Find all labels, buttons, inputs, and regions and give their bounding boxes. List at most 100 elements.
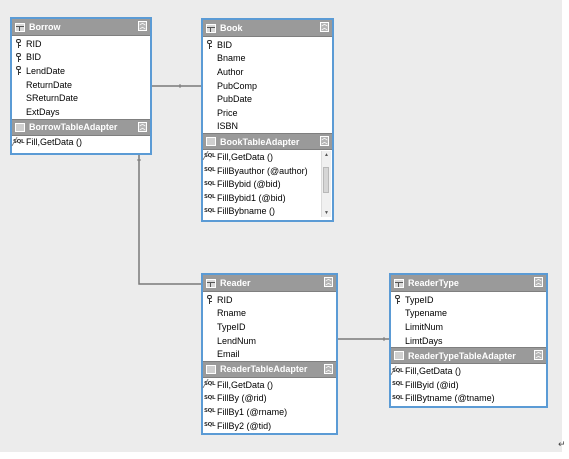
method-name: FillBy1 (@rname) [217, 406, 288, 417]
method-name: FillBy (@rid) [217, 393, 267, 404]
method-row[interactable]: SQL FillBytname (@tname) [391, 392, 546, 406]
collapse-button[interactable]: ︿ ︿ [534, 277, 543, 287]
collapse-button[interactable]: ︿ ︿ [534, 350, 543, 361]
field-list: RID Rname TypeID LendNum Email [203, 292, 336, 361]
method-name: FillByauthor (@author) [217, 165, 308, 176]
method-row[interactable]: SQL Fill,GetData () [391, 364, 546, 378]
field-row[interactable]: TypeID [203, 320, 336, 334]
scroll-down-icon[interactable]: ▼ [322, 209, 331, 217]
method-row[interactable]: SQL FillBybid (@bid) [203, 177, 332, 191]
table-readertype-header[interactable]: ReaderType ︿ ︿ [391, 275, 546, 292]
method-list: SQL Fill,GetData () SQL FillBy (@rid) SQL F… [203, 378, 336, 432]
adapter-header[interactable]: ReaderTypeTableAdapter ︿ ︿ [391, 347, 546, 365]
adapter-header[interactable]: ReaderTableAdapter ︿ ︿ [203, 360, 336, 378]
adapter-header[interactable]: BookTableAdapter ︿ ︿ [203, 133, 332, 151]
table-borrow[interactable]: Borrow ︿ ︿ RID BID LendDate ReturnDate SR… [10, 17, 152, 155]
table-readertype[interactable]: ReaderType ︿ ︿ TypeID Typename LimitNum L… [389, 273, 548, 408]
table-icon [206, 23, 216, 33]
sql-icon: SQL [204, 394, 216, 401]
field-row[interactable]: ExtDays [12, 105, 150, 119]
table-reader[interactable]: Reader ︿ ︿ RID Rname TypeID LendNum Email… [201, 273, 338, 435]
field-row[interactable]: BID [12, 51, 150, 65]
field-row[interactable]: Author [203, 65, 332, 79]
field-row[interactable]: PubDate [203, 92, 332, 106]
method-row[interactable]: SQL FillBy1 (@rname) [203, 405, 336, 419]
method-row[interactable]: SQL Fill,GetData () [203, 378, 336, 392]
field-name: Bname [217, 53, 246, 64]
method-row[interactable]: SQL FillByid (@id) [391, 378, 546, 392]
collapse-button[interactable]: ︿ ︿ [138, 121, 147, 132]
field-name: Email [217, 349, 240, 360]
field-row[interactable]: LendNum [203, 334, 336, 348]
field-row[interactable]: Email [203, 347, 336, 361]
method-row[interactable]: SQL FillBy (@rid) [203, 392, 336, 406]
method-name: FillBy2 (@tid) [217, 420, 272, 431]
adapter-icon [394, 351, 404, 361]
adapter-icon [206, 364, 216, 374]
collapse-button[interactable]: ︿ ︿ [324, 363, 333, 374]
field-row[interactable]: RID [203, 293, 336, 307]
collapse-button[interactable]: ︿ ︿ [320, 22, 329, 32]
sql-icon: SQL [204, 408, 216, 415]
scroll-up-icon[interactable]: ▲ [322, 151, 331, 159]
method-row[interactable]: SQL Fill,GetData () [203, 150, 332, 164]
adapter-title: ReaderTypeTableAdapter [408, 350, 516, 361]
field-name: SReturnDate [26, 93, 79, 104]
table-title: Borrow [29, 22, 61, 32]
method-name: FillBybid1 (@bid) [217, 192, 286, 203]
table-icon [15, 22, 25, 32]
field-list: RID BID LendDate ReturnDate SReturnDate … [12, 36, 150, 119]
field-row[interactable]: LendDate [12, 64, 150, 78]
field-row[interactable]: Price [203, 106, 332, 120]
table-book[interactable]: Book ︿ ︿ BID Bname Author PubComp PubDate… [201, 18, 334, 222]
field-name: Price [217, 107, 238, 118]
table-title: Book [220, 23, 243, 33]
field-row[interactable]: LimtDays [391, 334, 546, 348]
adapter-title: ReaderTableAdapter [220, 364, 308, 375]
table-title: Reader [220, 278, 251, 288]
field-row[interactable]: LimitNum [391, 320, 546, 334]
method-row[interactable]: SQL FillBy2 (@tid) [203, 419, 336, 433]
field-row[interactable]: Bname [203, 52, 332, 66]
field-name: LendDate [26, 65, 66, 76]
collapse-button[interactable]: ︿ ︿ [324, 277, 333, 287]
adapter-header[interactable]: BorrowTableAdapter ︿ ︿ [12, 118, 150, 136]
field-row[interactable]: ReturnDate [12, 78, 150, 92]
sql-icon: SQL [392, 394, 404, 401]
sql-icon: SQL [204, 180, 216, 187]
field-name: Typename [405, 308, 448, 319]
method-row[interactable]: SQL FillByauthor (@author) [203, 164, 332, 178]
sql-fill-icon: SQL [204, 381, 216, 388]
field-name: TypeID [217, 321, 246, 332]
field-name: Author [217, 66, 244, 77]
scroll-thumb[interactable] [323, 167, 329, 194]
method-row[interactable]: SQL FillBybname () [203, 205, 332, 219]
method-row[interactable]: SQL FillBybid1 (@bid) [203, 191, 332, 205]
field-row[interactable]: Rname [203, 307, 336, 321]
field-row[interactable]: PubComp [203, 79, 332, 93]
collapse-button[interactable]: ︿ ︿ [138, 21, 147, 31]
adapter-icon [15, 122, 25, 132]
sql-fill-icon: SQL [392, 367, 404, 374]
field-row[interactable]: ISBN [203, 120, 332, 134]
method-name: FillBybid (@bid) [217, 179, 281, 190]
table-reader-header[interactable]: Reader ︿ ︿ [203, 275, 336, 292]
method-list: SQL Fill,GetData () SQL FillByauthor (@aut… [203, 150, 332, 218]
field-row[interactable]: Typename [391, 307, 546, 321]
table-borrow-header[interactable]: Borrow ︿ ︿ [12, 19, 150, 36]
key-icon [207, 295, 213, 305]
table-icon [206, 278, 216, 288]
method-scrollbar[interactable]: ▲ ▼ [321, 151, 331, 218]
table-book-header[interactable]: Book ︿ ︿ [203, 20, 332, 37]
field-list: BID Bname Author PubComp PubDate Price I… [203, 37, 332, 133]
method-row[interactable]: SQL Fill,GetData () [12, 136, 150, 150]
table-icon [394, 278, 404, 288]
field-row[interactable]: BID [203, 38, 332, 52]
collapse-button[interactable]: ︿ ︿ [320, 136, 329, 147]
field-row[interactable]: SReturnDate [12, 91, 150, 105]
field-name: LimtDays [405, 335, 443, 346]
field-name: LendNum [217, 335, 257, 346]
method-name: FillBytname (@tname) [405, 393, 495, 404]
field-row[interactable]: RID [12, 37, 150, 51]
field-row[interactable]: TypeID [391, 293, 546, 307]
